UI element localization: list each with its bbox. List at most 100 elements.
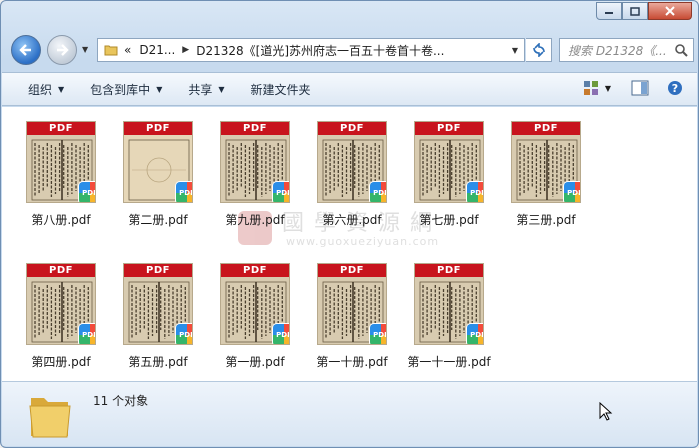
- organize-button[interactable]: 组织 ▼: [28, 81, 64, 98]
- back-arrow-icon: [19, 44, 31, 56]
- pdf-thumbnail[interactable]: PDF PDF: [317, 121, 387, 203]
- maximize-button[interactable]: [622, 2, 648, 20]
- file-name[interactable]: 第一册.pdf: [200, 353, 310, 370]
- file-item[interactable]: PDFPDF第二册.pdf: [113, 113, 203, 233]
- view-controls: ▼ ?: [569, 80, 683, 96]
- file-item[interactable]: PDFPDF第九册.pdf: [210, 113, 300, 233]
- address-bar[interactable]: « D21... ▶ D21328《[道光]苏州府志一百五十卷首十卷... ▼: [97, 38, 525, 62]
- folder-icon: [104, 45, 118, 56]
- pdf-app-icon: PDF: [467, 324, 483, 344]
- close-button[interactable]: [648, 2, 692, 20]
- chevron-down-icon: ▼: [218, 84, 225, 94]
- preview-pane-icon[interactable]: [631, 80, 649, 96]
- file-item[interactable]: PDFPDF第一十册.pdf: [307, 255, 397, 375]
- item-count: 11 个对象: [93, 394, 149, 408]
- breadcrumb-parent[interactable]: D21...: [139, 43, 175, 57]
- pdf-thumbnail[interactable]: PDF PDF: [317, 263, 387, 345]
- refresh-button[interactable]: [526, 38, 552, 62]
- pdf-thumbnail[interactable]: PDF PDF: [123, 121, 193, 203]
- pdf-app-icon: PDF: [176, 324, 192, 344]
- chevron-down-icon: ▼: [58, 84, 65, 94]
- address-dropdown-icon[interactable]: ▼: [512, 46, 518, 55]
- file-item[interactable]: PDFPDF第四册.pdf: [16, 255, 106, 375]
- file-item[interactable]: PDFPDF第三册.pdf: [501, 113, 591, 233]
- command-bar: 组织 ▼ 包含到库中 ▼ 共享 ▼ 新建文件夹 ▼ ?: [2, 72, 697, 106]
- new-folder-button[interactable]: 新建文件夹: [251, 81, 311, 98]
- history-chevron[interactable]: «: [124, 43, 131, 57]
- include-library-label: 包含到库中: [90, 82, 151, 97]
- refresh-icon: [532, 43, 545, 57]
- recent-pages-dropdown[interactable]: ▼: [82, 45, 92, 54]
- pdf-app-icon: PDF: [79, 182, 95, 202]
- file-name[interactable]: 第三册.pdf: [491, 211, 601, 228]
- file-item[interactable]: PDFPDF第六册.pdf: [307, 113, 397, 233]
- pdf-app-icon: PDF: [176, 182, 192, 202]
- pdf-banner: PDF: [124, 122, 192, 135]
- pdf-app-icon: PDF: [370, 324, 386, 344]
- pdf-thumbnail[interactable]: PDF PDF: [220, 263, 290, 345]
- pdf-thumbnail[interactable]: PDF PDF: [414, 263, 484, 345]
- pdf-thumbnail[interactable]: PDF PDF: [123, 263, 193, 345]
- pdf-thumbnail[interactable]: PDF PDF: [511, 121, 581, 203]
- pdf-thumbnail[interactable]: PDF PDF: [26, 121, 96, 203]
- file-name[interactable]: 第九册.pdf: [200, 211, 310, 228]
- help-icon[interactable]: ?: [667, 80, 683, 96]
- file-name[interactable]: 第一十一册.pdf: [394, 353, 504, 370]
- view-dropdown-icon[interactable]: ▼: [605, 84, 611, 93]
- pdf-banner: PDF: [124, 264, 192, 277]
- forward-arrow-icon: [57, 44, 69, 56]
- minimize-icon: [605, 12, 613, 14]
- navigation-bar: ▼ « D21... ▶ D21328《[道光]苏州府志一百五十卷首十卷... …: [7, 33, 694, 67]
- close-icon: [665, 6, 675, 16]
- back-button[interactable]: [11, 35, 41, 65]
- pdf-banner: PDF: [512, 122, 580, 135]
- file-item[interactable]: PDFPDF第五册.pdf: [113, 255, 203, 375]
- forward-button[interactable]: [47, 35, 77, 65]
- file-item[interactable]: PDFPDF第七册.pdf: [404, 113, 494, 233]
- file-name[interactable]: 第四册.pdf: [6, 353, 116, 370]
- mouse-cursor-icon: [599, 402, 613, 421]
- search-icon: [675, 44, 688, 57]
- pdf-thumbnail[interactable]: PDF PDF: [26, 263, 96, 345]
- pdf-banner: PDF: [221, 264, 289, 277]
- pdf-banner: PDF: [318, 264, 386, 277]
- file-name[interactable]: 第六册.pdf: [297, 211, 407, 228]
- pdf-app-icon: PDF: [467, 182, 483, 202]
- breadcrumb-current[interactable]: D21328《[道光]苏州府志一百五十卷首十卷...: [196, 42, 444, 59]
- pdf-banner: PDF: [221, 122, 289, 135]
- pdf-banner: PDF: [415, 122, 483, 135]
- breadcrumb-separator-icon[interactable]: ▶: [182, 45, 189, 55]
- file-name[interactable]: 第五册.pdf: [103, 353, 213, 370]
- pdf-app-icon: PDF: [370, 182, 386, 202]
- svg-text:?: ?: [672, 82, 678, 95]
- watermark-url: www.guoxueziyuan.com: [286, 235, 440, 248]
- file-name[interactable]: 第七册.pdf: [394, 211, 504, 228]
- new-folder-label: 新建文件夹: [250, 82, 311, 97]
- file-item[interactable]: PDFPDF第一册.pdf: [210, 255, 300, 375]
- pdf-banner: PDF: [318, 122, 386, 135]
- organize-label: 组织: [28, 82, 53, 97]
- search-input[interactable]: 搜索 D21328《...: [559, 38, 694, 62]
- pdf-app-icon: PDF: [564, 182, 580, 202]
- folder-icon: [29, 398, 71, 438]
- pdf-app-icon: PDF: [273, 182, 289, 202]
- pdf-thumbnail[interactable]: PDF PDF: [220, 121, 290, 203]
- file-item[interactable]: PDFPDF第八册.pdf: [16, 113, 106, 233]
- search-placeholder: 搜索 D21328《...: [568, 43, 667, 58]
- share-label: 共享: [188, 82, 213, 97]
- pdf-app-icon: PDF: [273, 324, 289, 344]
- share-button[interactable]: 共享 ▼: [188, 81, 224, 98]
- file-name[interactable]: 第八册.pdf: [6, 211, 116, 228]
- file-name[interactable]: 第一十册.pdf: [297, 353, 407, 370]
- pdf-banner: PDF: [27, 264, 95, 277]
- explorer-window: ▼ « D21... ▶ D21328《[道光]苏州府志一百五十卷首十卷... …: [0, 0, 699, 448]
- chevron-down-icon: ▼: [156, 84, 163, 94]
- view-options-icon[interactable]: [583, 80, 599, 96]
- include-library-button[interactable]: 包含到库中 ▼: [90, 81, 162, 98]
- file-name[interactable]: 第二册.pdf: [103, 211, 213, 228]
- file-item[interactable]: PDFPDF第一十一册.pdf: [404, 255, 494, 375]
- pdf-thumbnail[interactable]: PDF PDF: [414, 121, 484, 203]
- minimize-button[interactable]: [596, 2, 622, 20]
- maximize-icon: [630, 6, 640, 16]
- file-list[interactable]: 國學資源網 www.guoxueziyuan.com PDFPDF第八册.pdf…: [2, 107, 697, 381]
